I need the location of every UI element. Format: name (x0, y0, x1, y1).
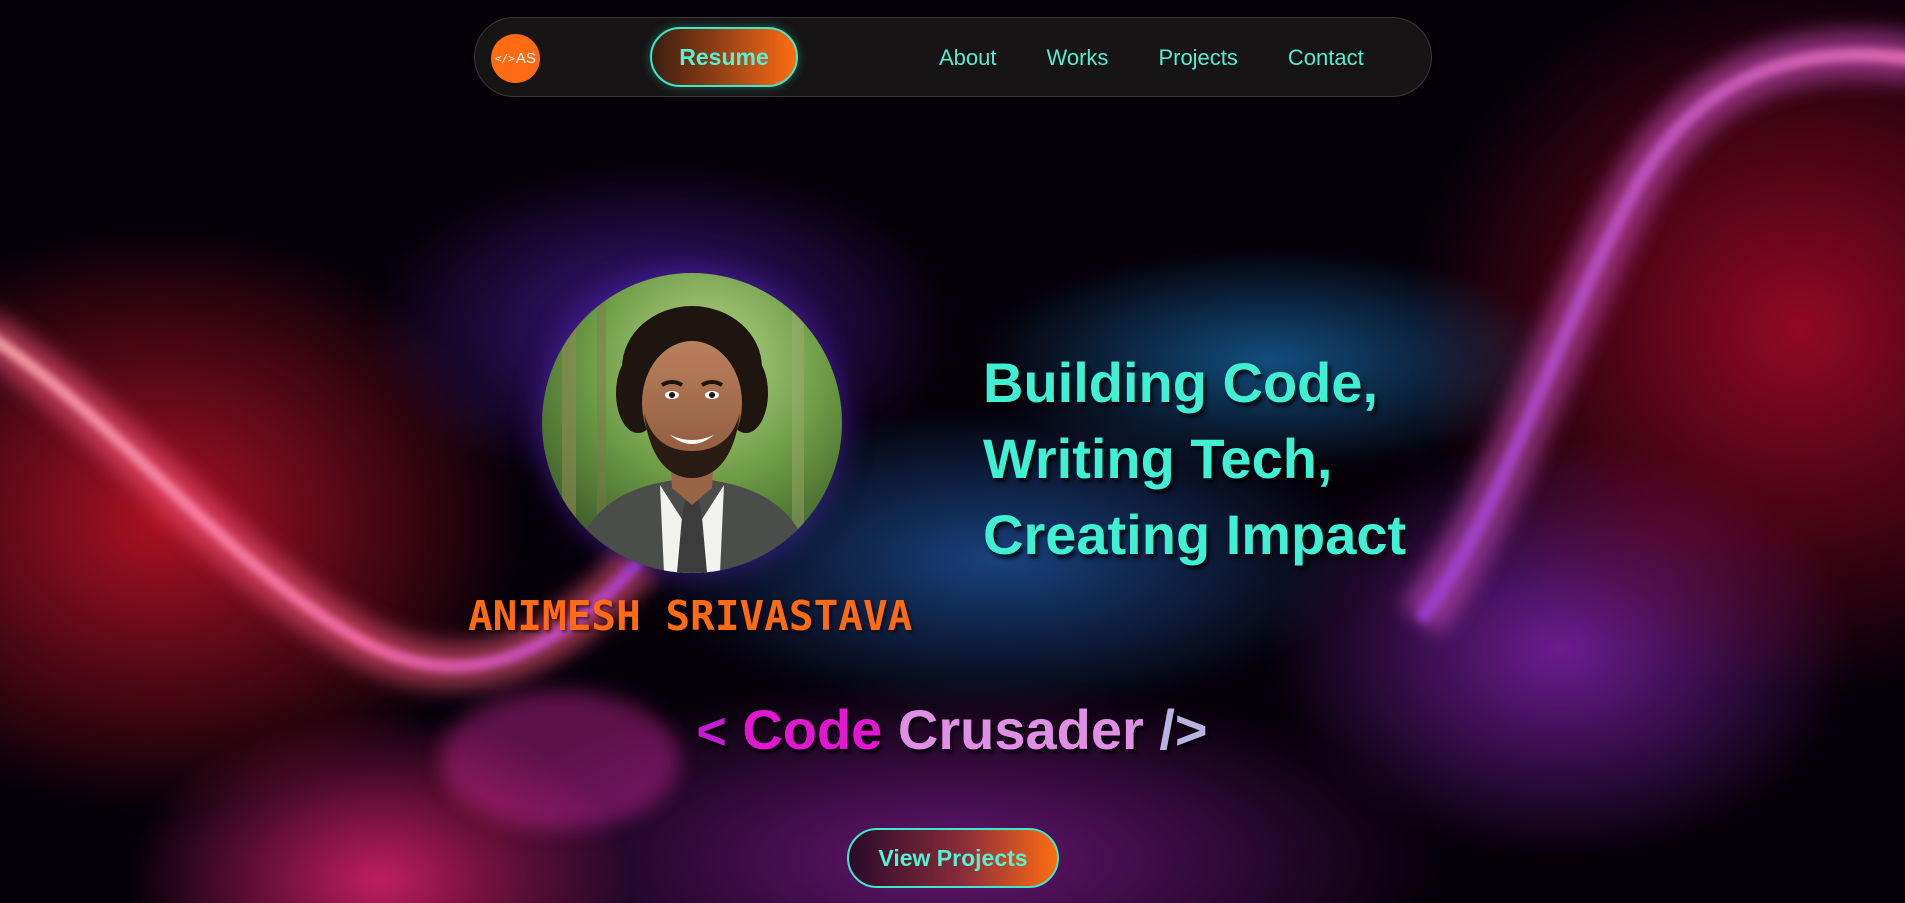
nav-link-projects[interactable]: Projects (1158, 45, 1237, 71)
nav-link-works[interactable]: Works (1047, 45, 1109, 71)
page: </> AS Resume About Works Projects Conta… (0, 0, 1905, 903)
tagline-word-2: Crusader (897, 698, 1144, 761)
tagline-open-bracket: < (696, 703, 727, 761)
tagline-close-bracket: /> (1159, 698, 1208, 761)
headline-line-3: Creating Impact (983, 503, 1407, 566)
hero-name: ANIMESH SRIVASTAVA (468, 592, 913, 640)
top-navbar: </> AS Resume About Works Projects Conta… (474, 17, 1432, 97)
nav-links: About Works Projects Contact (939, 18, 1364, 98)
tagline-word-1: Code (742, 698, 883, 761)
code-brackets-icon: </> (495, 52, 515, 65)
logo-text: AS (515, 50, 536, 67)
background-wave-art (0, 30, 1905, 830)
hero-tagline: < Code Crusader /> (652, 697, 1252, 762)
hero-headline: Building Code, Writing Tech, Creating Im… (983, 345, 1503, 573)
nav-link-contact[interactable]: Contact (1288, 45, 1364, 71)
view-projects-button[interactable]: View Projects (847, 828, 1059, 888)
profile-photo (542, 273, 842, 573)
logo-home-link[interactable]: </> AS (491, 34, 540, 83)
headline-line-1: Building Code, (983, 351, 1379, 414)
headline-line-2: Writing Tech, (983, 427, 1333, 490)
nav-link-about[interactable]: About (939, 45, 997, 71)
resume-button[interactable]: Resume (650, 27, 798, 87)
